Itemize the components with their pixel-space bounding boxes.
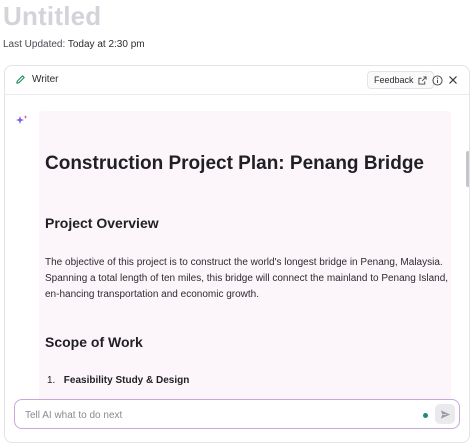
feedback-label: Feedback bbox=[374, 75, 414, 85]
ai-prompt-input[interactable] bbox=[25, 407, 415, 423]
writer-label: Writer bbox=[32, 74, 59, 85]
last-updated-value: Today at 2:30 pm bbox=[67, 39, 145, 50]
info-icon bbox=[431, 74, 443, 86]
send-icon bbox=[440, 409, 450, 419]
document-title: Construction Project Plan: Penang Bridge bbox=[45, 153, 424, 174]
scrollbar-thumb[interactable] bbox=[466, 151, 469, 187]
last-updated: Last Updated: Today at 2:30 pm bbox=[3, 39, 145, 50]
list-item: 1. Feasibility Study & Design bbox=[47, 375, 189, 386]
feedback-button[interactable]: Feedback bbox=[367, 71, 434, 89]
list-item-text: Feasibility Study & Design bbox=[63, 375, 190, 386]
page-title[interactable]: Untitled bbox=[3, 1, 101, 32]
sparkle-icon bbox=[15, 114, 29, 128]
section-heading-scope: Scope of Work bbox=[45, 334, 143, 350]
section-heading-overview: Project Overview bbox=[45, 215, 159, 231]
close-icon bbox=[449, 76, 457, 84]
close-button[interactable] bbox=[446, 73, 460, 87]
writer-title: Writer bbox=[15, 74, 58, 85]
ai-prompt-bar bbox=[14, 399, 460, 429]
writer-panel-header: Writer Feedback bbox=[5, 66, 469, 95]
section-paragraph-overview: The objective of this project is to cons… bbox=[45, 257, 449, 300]
last-updated-label: Last Updated: bbox=[3, 39, 66, 50]
send-button[interactable] bbox=[435, 404, 455, 424]
info-button[interactable] bbox=[430, 73, 444, 87]
document-content[interactable]: Construction Project Plan: Penang Bridge… bbox=[39, 111, 451, 401]
list-item-number: 1. bbox=[47, 375, 56, 386]
writer-panel: Writer Feedback Construction Project Pla… bbox=[4, 65, 470, 443]
pencil-icon bbox=[15, 74, 26, 85]
status-dot bbox=[423, 413, 428, 418]
external-link-icon bbox=[417, 75, 427, 85]
